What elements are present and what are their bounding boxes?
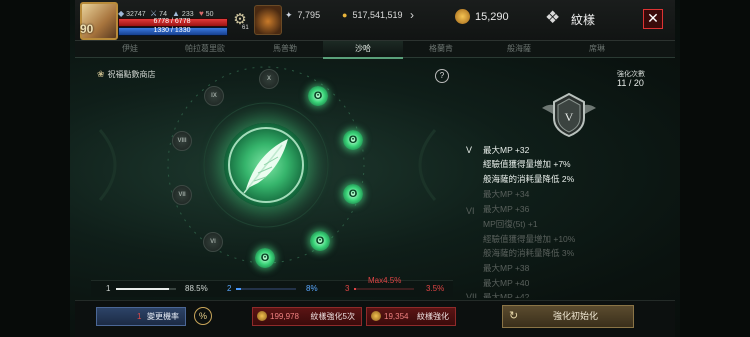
max-rate: Max4.5% xyxy=(368,276,402,285)
prob-value-3: 3.5% xyxy=(426,284,445,293)
swirl-icon: ʘ xyxy=(315,235,325,247)
effect-line: 最大MP +40 xyxy=(483,278,530,288)
enhance-count-value: 11 / 20 xyxy=(617,78,644,88)
effect-line: 經驗值獲得量增加 +10% xyxy=(483,234,576,244)
emblem-node-locked[interactable]: X xyxy=(259,69,279,89)
coin-icon xyxy=(257,311,267,321)
prob-track-1 xyxy=(116,288,176,290)
level-roman: V xyxy=(466,145,473,155)
prob-value-1: 88.5% xyxy=(185,284,208,293)
emblem-node-locked[interactable]: IX xyxy=(204,86,224,106)
enhance-button[interactable]: 19,354 紋樣強化 xyxy=(366,307,456,326)
emblem-crest-icon: V xyxy=(542,92,596,138)
prob-value-2: 8% xyxy=(306,284,318,293)
prob-index-2: 2 xyxy=(227,284,232,293)
emblem-node-unlocked[interactable]: ʘ xyxy=(310,231,330,251)
swirl-icon: ʘ xyxy=(313,90,323,102)
emblem-node-locked[interactable]: VI xyxy=(203,232,223,252)
emblem-node-unlocked[interactable]: ʘ xyxy=(308,86,328,106)
emblem-node-unlocked[interactable]: ʘ xyxy=(255,248,275,268)
effect-line: 最大MP +36 xyxy=(483,204,530,214)
emblem-node-locked[interactable]: VII xyxy=(172,185,192,205)
effect-line: 最大MP +38 xyxy=(483,263,530,273)
prob-track-3 xyxy=(354,288,414,290)
swirl-icon: ʘ xyxy=(348,134,358,146)
emblem-node-locked[interactable]: VIII xyxy=(172,131,192,151)
effect-line: 般海薩的消耗量降低 2% xyxy=(483,174,575,184)
prob-index-1: 1 xyxy=(106,284,111,293)
level-roman: VI xyxy=(466,206,475,216)
effect-line: 般海薩的消耗量降低 3% xyxy=(483,248,575,258)
level-roman: VII xyxy=(466,292,478,298)
effect-line: MP回復(5t) +1 xyxy=(483,219,538,229)
emblem-screen: 90 ◆ 32747 ⚔ 74 ▲ 233 ♥ 50 6778 / 6778 1330 … xyxy=(0,0,750,337)
effect-line: 最大MP +32 xyxy=(483,145,530,155)
enhance-5x-button[interactable]: 199,978 紋樣強化5次 xyxy=(252,307,362,326)
emblem-node-unlocked[interactable]: ʘ xyxy=(343,184,363,204)
effect-line: 最大MP +34 xyxy=(483,189,530,199)
feather-icon xyxy=(243,139,288,194)
coin-icon xyxy=(371,311,381,321)
prob-index-3: 3 xyxy=(345,284,350,293)
reset-enhance-button[interactable]: ↻ 強化初始化 xyxy=(502,305,634,328)
prob-track-2 xyxy=(236,288,296,290)
refresh-icon: ↻ xyxy=(509,310,519,322)
swirl-icon: ʘ xyxy=(348,188,358,200)
svg-text:V: V xyxy=(565,110,574,124)
change-rate-button[interactable]: 1 變更機率 xyxy=(96,307,186,326)
emblem-node-unlocked[interactable]: ʘ xyxy=(343,130,363,150)
percent-icon[interactable]: % xyxy=(194,307,212,325)
effect-line: 最大MP +42 xyxy=(483,292,530,298)
swirl-icon: ʘ xyxy=(260,252,270,264)
effect-line: 經驗值獲得量增加 +7% xyxy=(483,159,571,169)
sayha-emblem-core xyxy=(224,123,308,207)
